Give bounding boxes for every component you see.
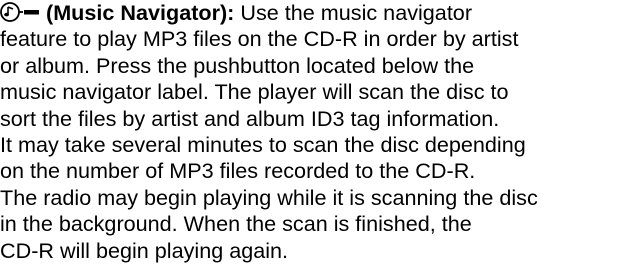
text-line-2: feature to play MP3 files on the CD-R in… [0,26,519,52]
text-line-4: music navigator label. The player will s… [0,79,509,105]
music-navigator-section: (Music Navigator): Use the music navigat… [0,0,619,264]
section-heading: (Music Navigator): [46,0,235,25]
body-text: Use the music navigator [240,0,473,25]
text-line-9: in the background. When the scan is fini… [0,211,472,237]
text-line-7: on the number of MP3 files recorded to t… [0,158,476,184]
music-navigator-icon [0,1,40,29]
text-line-6: It may take several minutes to scan the … [0,131,526,157]
text-line-1: (Music Navigator): Use the music navigat… [0,0,619,26]
text-line-3: or album. Press the pushbutton located b… [0,52,475,78]
text-line-5: sort the files by artist and album ID3 t… [0,105,500,131]
text-line-8: The radio may begin playing while it is … [0,184,538,210]
text-line-10: CD-R will begin playing again. [0,237,289,263]
